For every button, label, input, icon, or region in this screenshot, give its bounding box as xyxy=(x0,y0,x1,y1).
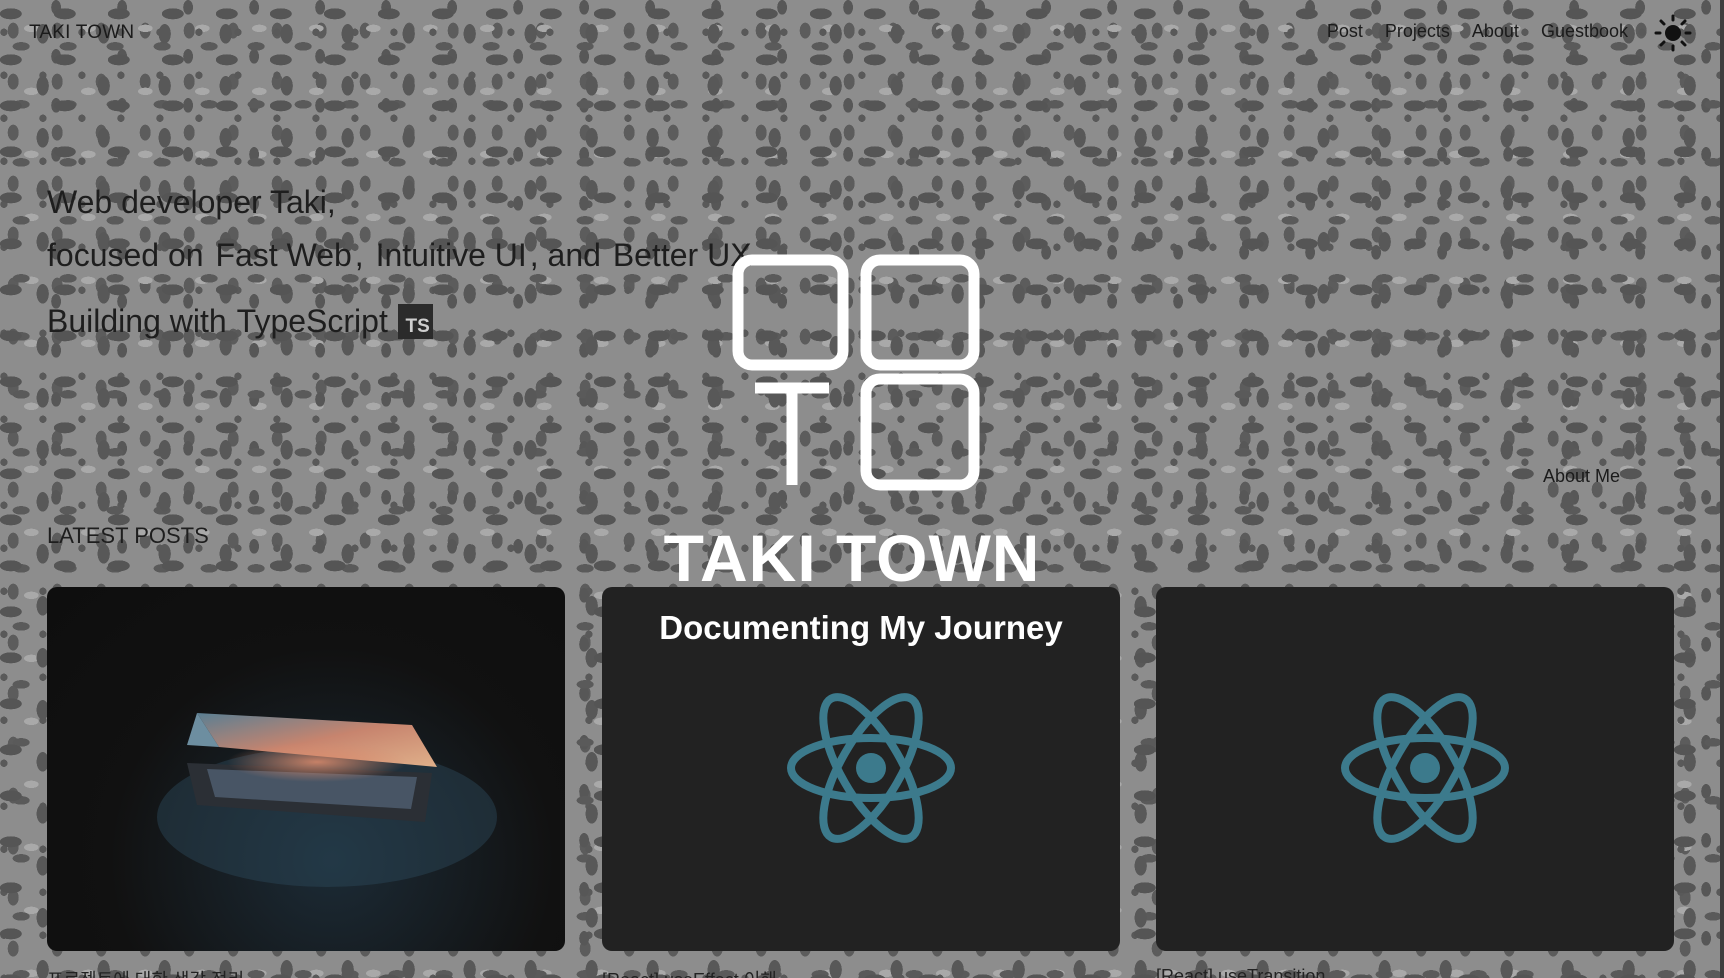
post-caption-2[interactable]: [React] useEffect 이해 xyxy=(602,966,1102,978)
intro-line-1: Web developer Taki, xyxy=(47,184,336,220)
sun-icon[interactable] xyxy=(1654,14,1692,52)
typescript-icon: TS xyxy=(397,304,433,339)
main-nav: Post Projects About Guestbook xyxy=(1327,21,1628,42)
nav-projects[interactable]: Projects xyxy=(1385,21,1450,42)
ts-badge-label: TS xyxy=(405,316,430,337)
intro-line-3: Building with TypeScript TS xyxy=(47,303,433,340)
nav-post[interactable]: Post xyxy=(1327,21,1363,42)
intro-text: Web developer Taki, focused on Fast Web,… xyxy=(47,176,755,282)
post-card-1[interactable] xyxy=(47,587,565,951)
post-caption-1[interactable]: 프로젝트에 대한 생각 정리 xyxy=(47,966,547,978)
intro-line-2: focused on Fast Web, Intuitive UI, and B… xyxy=(47,229,755,282)
overlay-logo-text: TAKI TOWN xyxy=(663,521,1041,595)
page-content: TAKI TOWN Post Projects About Guestbook … xyxy=(0,0,1724,978)
highlight-fast-web: Fast Web xyxy=(215,237,352,273)
react-icon xyxy=(1341,693,1509,843)
scrollbar[interactable] xyxy=(1720,0,1724,978)
react-icon xyxy=(787,693,955,843)
highlight-intuitive-ui: Intuitive UI xyxy=(375,237,527,273)
brand-link[interactable]: TAKI TOWN xyxy=(29,22,134,44)
post-card-2-title: Documenting My Journey xyxy=(659,609,1063,646)
nav-guestbook[interactable]: Guestbook xyxy=(1541,21,1628,42)
nav-about[interactable]: About xyxy=(1472,21,1519,42)
tech-typescript: TypeScript xyxy=(236,303,388,339)
site-header: TAKI TOWN Post Projects About Guestbook xyxy=(0,0,1724,64)
about-me-link[interactable]: About Me xyxy=(1543,466,1620,487)
post-caption-3[interactable]: [React] useTransition xyxy=(1156,966,1656,978)
intro-sep-2: , and xyxy=(529,237,601,273)
intro-sep-1: , xyxy=(354,237,364,273)
taki-town-logo xyxy=(732,254,980,491)
laptop-photo xyxy=(157,713,497,887)
post-card-3[interactable] xyxy=(1156,587,1674,951)
intro-line-3-prefix: Building with xyxy=(47,303,227,339)
intro-line-2-prefix: focused on xyxy=(47,237,204,273)
post-card-2[interactable]: Documenting My Journey xyxy=(602,587,1120,951)
